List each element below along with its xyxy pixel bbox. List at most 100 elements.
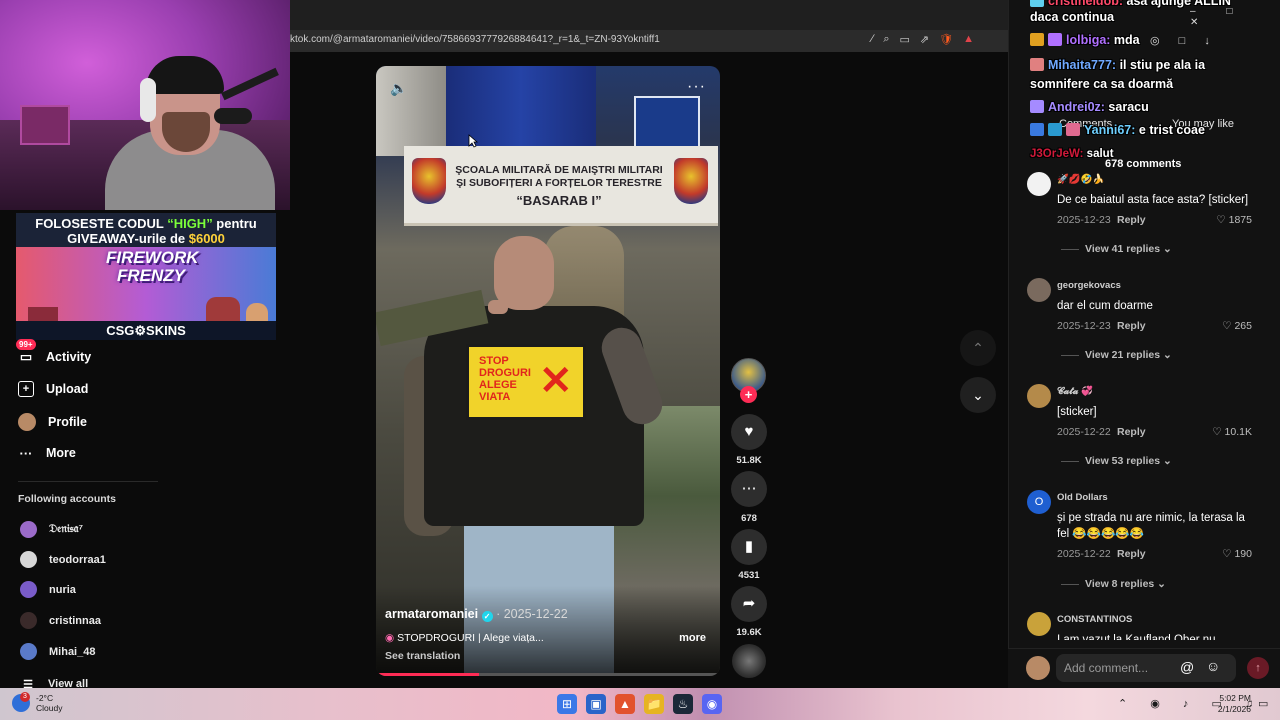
shirt-text: STOP DROGURI ALEGE VIATA (479, 355, 531, 403)
mouse-cursor-icon (468, 134, 478, 148)
add-comment-input[interactable]: Add comment... @ ☺ (1056, 654, 1236, 682)
chat-badge-icon (1030, 123, 1044, 136)
following-item[interactable]: 𝔇𝔢𝔫𝔦𝔰𝔞⁷ (20, 521, 83, 538)
video-options-icon[interactable]: ··· (687, 78, 706, 96)
comment-user[interactable]: Old Dollars (1057, 492, 1108, 503)
mention-icon[interactable]: @ (1180, 659, 1194, 675)
bookmark-icon[interactable]: ▮ (731, 529, 767, 565)
share-icon[interactable]: ⇗ (920, 33, 929, 46)
see-translation-link[interactable]: See translation (385, 650, 460, 662)
file-explorer-icon[interactable]: 📁 (644, 694, 664, 714)
reply-button[interactable]: Reply (1117, 548, 1146, 560)
brave-browser-icon[interactable]: ▲ (615, 694, 635, 714)
shirt-print: STOP DROGURI ALEGE VIATA ✕ (466, 344, 586, 420)
avatar (20, 551, 37, 568)
view-replies-button[interactable]: View 41 replies ⌄ (1061, 243, 1172, 255)
like-icon[interactable]: ♥ (731, 414, 767, 450)
following-name: nuria (49, 583, 76, 596)
comment-like-button[interactable]: ♡ 1875 (1216, 214, 1252, 226)
comment-user[interactable]: CONSTANTINOS (1057, 614, 1132, 625)
reader-icon[interactable]: ∕ (872, 33, 874, 46)
zoom-icon[interactable]: ⌕ (883, 33, 889, 46)
avatar[interactable] (1027, 172, 1051, 196)
verified-icon: ✓ (481, 611, 493, 622)
author-name[interactable]: armataromaniei (385, 607, 478, 621)
chat-badge-icon (1030, 33, 1044, 46)
description-more-button[interactable]: more (679, 632, 706, 644)
follow-plus-icon[interactable]: + (740, 386, 757, 403)
video-player[interactable]: ŞCOALA MILITARĂ DE MAIŞTRI MILITARI ŞI SU… (376, 66, 720, 676)
view-replies-button[interactable]: View 21 replies ⌄ (1061, 349, 1172, 361)
chat-message: lolbiga: mda (1030, 33, 1140, 47)
promo-line-2: GIVEAWAY-urile de $6000 (67, 231, 225, 246)
sign-title: “BASARAB I” (516, 193, 602, 208)
following-item[interactable]: Mihai_48 (20, 643, 95, 660)
windows-taskbar: 3 -2°C Cloudy ⊞ ▣ ▲ 📁 ♨ ◉ ⌃ ◉ ♪ ▭ ♫ 5:02 … (0, 688, 1280, 720)
add-comment-placeholder[interactable]: Add comment... (1064, 661, 1148, 675)
next-video-button[interactable]: ⌄ (960, 377, 996, 413)
task-view-icon[interactable]: ▣ (586, 694, 606, 714)
start-icon[interactable]: ⊞ (557, 694, 577, 714)
comment-user[interactable]: 🚀💋🤣🍌 (1057, 174, 1104, 185)
url-text[interactable]: ktok.com/@armataromaniei/video/758669377… (290, 34, 660, 45)
following-item[interactable]: teodorraa1 (20, 551, 106, 568)
following-name: teodorraa1 (49, 553, 106, 566)
panel-header-icons[interactable]: ◎ □ ↓ (1150, 34, 1218, 47)
weather-temp: -2°C (36, 693, 54, 703)
nav-activity[interactable]: ▭ 99+ Activity (16, 339, 91, 365)
nav-upload[interactable]: + Upload (18, 381, 88, 397)
avatar[interactable] (1027, 278, 1051, 302)
reply-button[interactable]: Reply (1117, 320, 1146, 332)
volume-icon[interactable]: 🔈 (390, 80, 407, 97)
notification-badge: 99+ (16, 339, 36, 350)
following-item[interactable]: nuria (20, 581, 76, 598)
avatar[interactable] (1027, 384, 1051, 408)
nav-more-label: More (46, 446, 76, 460)
cast-icon[interactable]: ▭ (900, 33, 910, 46)
brave-rewards-icon[interactable]: ▲ (963, 33, 974, 46)
chat-badge-icon (1066, 123, 1080, 136)
send-comment-button[interactable]: ↑ (1247, 657, 1269, 679)
reply-button[interactable]: Reply (1117, 426, 1146, 438)
chat-badge-icon (1030, 100, 1044, 113)
comment-composer: Add comment... @ ☺ ↑ (1008, 648, 1280, 688)
comment-text: dar el cum doarme (1057, 300, 1153, 312)
comment-icon[interactable]: ⋯ (731, 471, 767, 507)
video-author[interactable]: armataromaniei ✓ · 2025-12-22 (385, 607, 568, 622)
view-replies-button[interactable]: View 8 replies ⌄ (1061, 578, 1166, 590)
view-replies-button[interactable]: View 53 replies ⌄ (1061, 455, 1172, 467)
address-bar[interactable]: ktok.com/@armataromaniei/video/758669377… (280, 30, 1010, 52)
window-controls[interactable]: – □ ✕ (1190, 6, 1280, 28)
avatar (20, 581, 37, 598)
comment-like-button[interactable]: ♡ 10.1K (1212, 426, 1252, 438)
clock[interactable]: 5:02 PM 2/1/2026 (1215, 693, 1251, 715)
avatar[interactable]: O (1027, 490, 1051, 514)
notification-icon[interactable]: ▭ (1258, 697, 1268, 710)
nav-more[interactable]: ··· More (18, 445, 76, 461)
video-sign-banner: ŞCOALA MILITARĂ DE MAIŞTRI MILITARI ŞI SU… (404, 146, 718, 226)
comment-user[interactable]: georgekovacs (1057, 280, 1121, 291)
chat-message: Yanni67: e trist coae (1030, 123, 1205, 137)
music-disc-icon[interactable] (732, 644, 766, 678)
comment-user[interactable]: 𝓒𝓪𝓽𝓪 💞 (1057, 386, 1093, 397)
reply-button[interactable]: Reply (1117, 214, 1146, 226)
streamer-webcam (0, 0, 290, 210)
previous-video-button[interactable]: ⌃ (960, 330, 996, 366)
weather-widget[interactable]: 3 -2°C Cloudy (12, 692, 62, 713)
chat-message: Andrei0z: saracu (1030, 100, 1149, 114)
avatar[interactable] (1027, 612, 1051, 636)
chat-message: daca continua (1030, 10, 1115, 24)
share-icon[interactable]: ➦ (731, 586, 767, 622)
brave-shield-icon[interactable]: 🛡 (939, 33, 953, 46)
chat-message: somnifere ca sa doarmă (1030, 77, 1174, 91)
emoji-icon[interactable]: ☺ (1206, 658, 1220, 674)
nav-upload-label: Upload (46, 382, 89, 396)
following-item[interactable]: cristinnaa (20, 612, 101, 629)
comment-like-button[interactable]: ♡ 190 (1222, 548, 1252, 560)
comment-like-button[interactable]: ♡ 265 (1222, 320, 1252, 332)
video-progress-bar[interactable] (376, 673, 720, 676)
discord-icon[interactable]: ◉ (702, 694, 722, 714)
nav-profile[interactable]: Profile (18, 413, 87, 431)
chat-badge-icon (1048, 33, 1062, 46)
steam-icon[interactable]: ♨ (673, 694, 693, 714)
